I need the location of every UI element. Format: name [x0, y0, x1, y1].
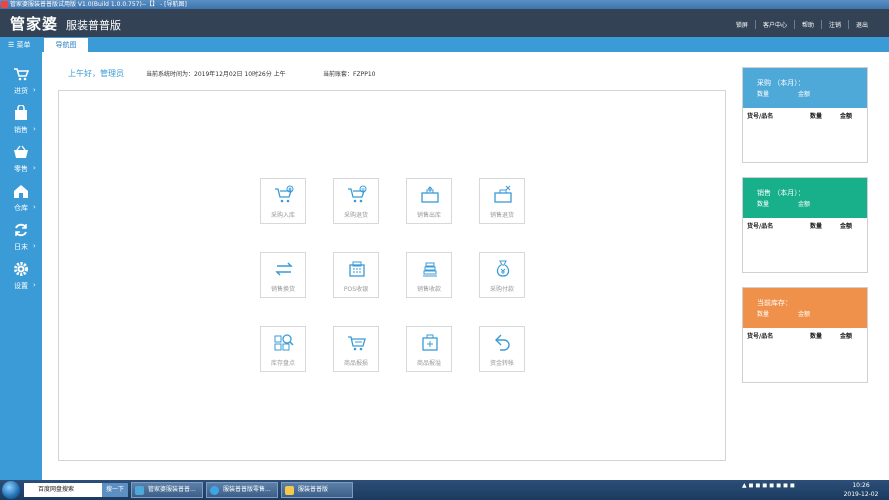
logout-link[interactable]: 注销 [820, 20, 848, 29]
gear-icon [14, 262, 28, 276]
app-icon [1, 1, 8, 8]
pay-money-icon [496, 260, 510, 277]
sidebar-item-warehouse[interactable]: 仓库 › [0, 177, 42, 215]
taskbar-item-app[interactable]: 管家婆服装普普... [131, 482, 203, 498]
menu-toggle[interactable]: ☰ 菜单 [8, 40, 31, 50]
navigation-panel: 采购入库 采购退货 销售出库 销售退货 销售换货 POS收银 销售收款 采购付款… [58, 90, 726, 461]
sidebar-item-retail[interactable]: 零售 › [0, 138, 42, 176]
pos-icon [349, 261, 365, 277]
chevron-right-icon: › [33, 125, 36, 133]
system-time: 当前系统时间为：2019年12月02日 10时26分 上午 [146, 71, 286, 78]
top-menu: 锁屏 客户中心 帮助 注销 退出 [729, 20, 875, 29]
menu-icon: ☰ [8, 41, 17, 49]
taskbar-item-folder[interactable]: 服装普普版 [281, 482, 353, 498]
sidebar-item-purchase[interactable]: 进货 › [0, 60, 42, 98]
exchange-icon [275, 262, 293, 276]
basket-icon [14, 145, 28, 158]
cart-return-icon [348, 185, 367, 203]
cart-add-icon [275, 185, 294, 203]
chevron-right-icon: › [33, 203, 36, 211]
ie-icon [210, 486, 219, 495]
purchase-return-tile[interactable]: 采购退货 [333, 178, 379, 224]
sidebar-item-sales[interactable]: 销售 › [0, 99, 42, 137]
taskbar-search-input[interactable]: 百度网盘搜索 [24, 483, 102, 497]
sale-return-icon [494, 185, 512, 203]
bag-icon [15, 105, 27, 120]
exit-link[interactable]: 退出 [847, 20, 875, 29]
goods-loss-tile[interactable]: 商品报损 [333, 326, 379, 372]
goods-overflow-icon [422, 334, 438, 351]
folder-icon [285, 486, 294, 495]
lock-screen-link[interactable]: 锁屏 [729, 20, 755, 29]
goods-loss-icon [348, 336, 366, 351]
system-tray: ▲ ◼ ◼ ◼ ◼ ◼ ◼ ◼ [742, 482, 795, 489]
inventory-summary-card: 当前库存： 数量 金额 货号/品名 数量 金额 [742, 287, 868, 383]
goods-overflow-tile[interactable]: 商品报溢 [406, 326, 452, 372]
help-link[interactable]: 帮助 [793, 20, 821, 29]
sales-receive-tile[interactable]: 销售收款 [406, 252, 452, 298]
chevron-right-icon: › [33, 164, 36, 172]
inventory-card-header: 当前库存： 数量 金额 [743, 288, 867, 328]
fund-transfer-tile[interactable]: 资金转帐 [479, 326, 525, 372]
sale-out-icon [421, 186, 439, 203]
sales-out-tile[interactable]: 销售出库 [406, 178, 452, 224]
sidebar-item-dayend[interactable]: 日末 › [0, 216, 42, 254]
sales-return-tile[interactable]: 销售退货 [479, 178, 525, 224]
fund-transfer-icon [495, 334, 510, 351]
warehouse-icon [14, 185, 28, 198]
sales-exchange-tile[interactable]: 销售换货 [260, 252, 306, 298]
chevron-right-icon: › [33, 281, 36, 289]
purchase-summary-card: 采购 （本月）： 数量 金额 货号/品名 数量 金额 [742, 67, 868, 163]
receive-money-icon [423, 262, 437, 277]
sales-card-header: 销售 （本月）： 数量 金额 [743, 178, 867, 218]
app-edition: 服装普普版 [66, 19, 121, 32]
window-title: 管家婆服装普普版试用版 V1.0(Build 1.0.0.757)--【】 - … [10, 1, 187, 8]
cart-icon [14, 68, 29, 81]
inventory-check-icon [274, 334, 294, 351]
window-titlebar: 管家婆服装普普版试用版 V1.0(Build 1.0.0.757)--【】 - … [0, 0, 889, 9]
sales-summary-card: 销售 （本月）： 数量 金额 货号/品名 数量 金额 [742, 177, 868, 273]
purchase-pay-tile[interactable]: 采购付款 [479, 252, 525, 298]
taskbar-item-browser[interactable]: 服装普普版零售... [206, 482, 278, 498]
app-task-icon [135, 486, 144, 495]
sidebar-item-settings[interactable]: 设置 › [0, 255, 42, 293]
app-logo: 管家婆 [10, 15, 59, 33]
taskbar-search-button[interactable]: 搜一下 [102, 483, 128, 497]
purchase-card-header: 采购 （本月）： 数量 金额 [743, 68, 867, 108]
purchase-in-tile[interactable]: 采购入库 [260, 178, 306, 224]
customer-center-link[interactable]: 客户中心 [754, 20, 794, 29]
tab-strip [0, 37, 889, 52]
start-button[interactable] [2, 481, 20, 499]
chevron-right-icon: › [33, 242, 36, 250]
tab-navigation[interactable]: 导航图 [44, 37, 88, 52]
refresh-icon [15, 223, 27, 237]
pos-cashier-tile[interactable]: POS收银 [333, 252, 379, 298]
taskbar-clock[interactable]: 10:26 2019-12-02 [838, 481, 884, 499]
greeting-text: 上午好，管理员 [68, 69, 124, 78]
chevron-right-icon: › [33, 86, 36, 94]
sidebar: 进货 › 销售 › 零售 › 仓库 › 日末 › 设置 › [0, 52, 42, 480]
inventory-check-tile[interactable]: 库存盘点 [260, 326, 306, 372]
current-account: 当前账套：FZPP10 [323, 71, 376, 78]
